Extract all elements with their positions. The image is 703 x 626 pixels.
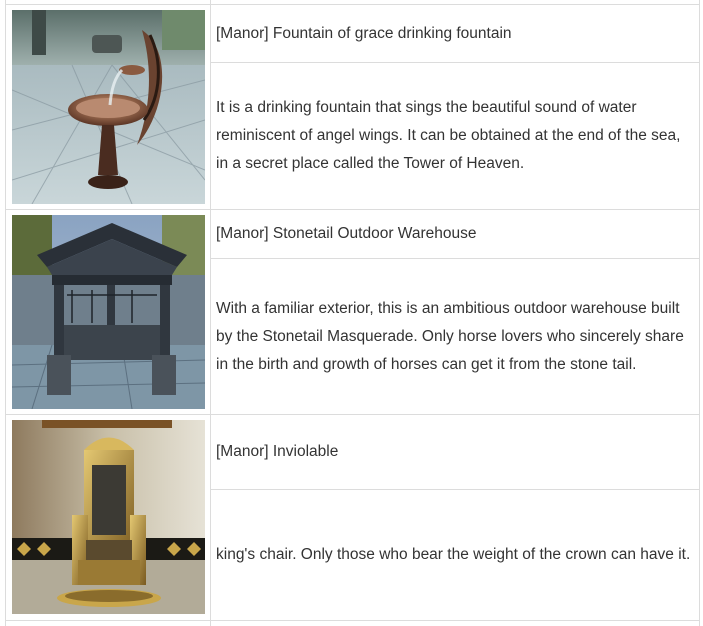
item-title: [Manor] Stonetail Outdoor Warehouse — [216, 225, 477, 242]
item-description: king's chair. Only those who bear the we… — [216, 546, 691, 563]
item-description: With a familiar exterior, this is an amb… — [216, 299, 684, 373]
item-title: [Manor] Fountain of grace drinking fount… — [216, 24, 512, 42]
item-description: It is a drinking fountain that sings the… — [216, 99, 681, 172]
item-table: [Manor] Fountain of grace drinking fount… — [5, 0, 700, 626]
throne-image — [12, 420, 205, 614]
row-divider — [6, 620, 699, 621]
warehouse-image — [12, 215, 205, 409]
item-title: [Manor] Inviolable — [216, 443, 339, 460]
column-divider — [210, 0, 211, 626]
fountain-image — [12, 10, 205, 204]
